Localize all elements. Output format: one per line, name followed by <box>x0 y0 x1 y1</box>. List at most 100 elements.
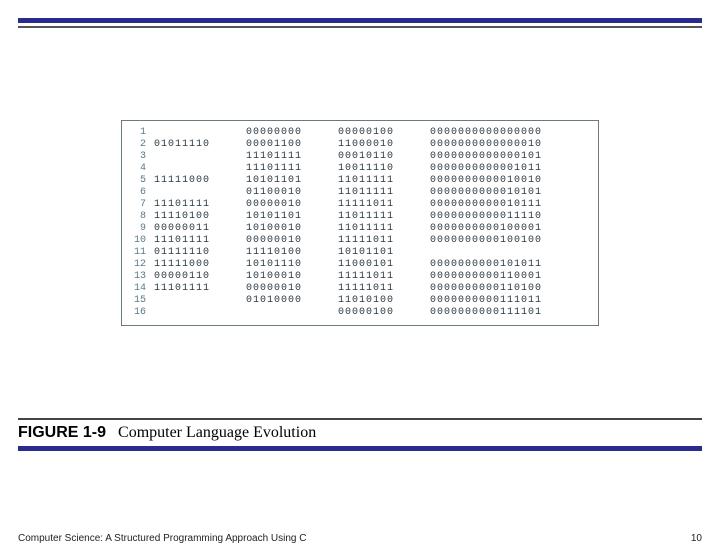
figure-area: 1000000000000010000000000000000002010111… <box>18 28 702 418</box>
col-3: 11000101 <box>338 259 430 271</box>
col-4: 0000000000000101 <box>430 151 580 163</box>
code-row: 15 01010000110101000000000000111011 <box>132 295 580 307</box>
col-2: 11110100 <box>246 247 338 259</box>
line-number: 7 <box>132 199 154 211</box>
col-3: 11111011 <box>338 199 430 211</box>
col-2 <box>246 307 338 319</box>
footer: Computer Science: A Structured Programmi… <box>18 533 702 544</box>
col-3: 10011110 <box>338 163 430 175</box>
footer-page: 10 <box>691 533 702 544</box>
col-2: 01100010 <box>246 187 338 199</box>
col-1: 01011110 <box>154 139 246 151</box>
col-2: 00000010 <box>246 283 338 295</box>
figure-caption: FIGURE 1-9 Computer Language Evolution <box>18 424 702 442</box>
col-4: 0000000000110100 <box>430 283 580 295</box>
col-2: 11101111 <box>246 151 338 163</box>
col-2: 00001100 <box>246 139 338 151</box>
code-row: 1300000110101000101111101100000000001100… <box>132 271 580 283</box>
line-number: 4 <box>132 163 154 175</box>
caption-rule-bottom <box>18 446 702 451</box>
line-number: 11 <box>132 247 154 259</box>
col-2: 11101111 <box>246 163 338 175</box>
col-1: 01111110 <box>154 247 246 259</box>
col-1 <box>154 163 246 175</box>
code-row: 5111110001010110111011111000000000001001… <box>132 175 580 187</box>
col-4 <box>430 247 580 259</box>
col-1: 11101111 <box>154 199 246 211</box>
col-3: 00000100 <box>338 127 430 139</box>
col-1: 11110100 <box>154 211 246 223</box>
col-3: 10101101 <box>338 247 430 259</box>
col-1: 11101111 <box>154 283 246 295</box>
col-4: 0000000000010101 <box>430 187 580 199</box>
code-row: 1011101111000000101111101100000000001001… <box>132 235 580 247</box>
col-1: 00000110 <box>154 271 246 283</box>
line-number: 12 <box>132 259 154 271</box>
figure-number: FIGURE 1-9 <box>18 424 106 441</box>
code-row: 1411101111000000101111101100000000001101… <box>132 283 580 295</box>
col-3: 11011111 <box>338 175 430 187</box>
caption-rule-top <box>18 418 702 420</box>
col-3: 11011111 <box>338 187 430 199</box>
code-row: 11011111101111010010101101 <box>132 247 580 259</box>
code-row: 1 00000000000001000000000000000000 <box>132 127 580 139</box>
col-4: 0000000000011110 <box>430 211 580 223</box>
code-row: 16 000001000000000000111101 <box>132 307 580 319</box>
col-3: 11111011 <box>338 235 430 247</box>
col-4: 0000000000010111 <box>430 199 580 211</box>
col-2: 01010000 <box>246 295 338 307</box>
col-1: 11101111 <box>154 235 246 247</box>
col-4: 0000000000100100 <box>430 235 580 247</box>
col-2: 10101101 <box>246 175 338 187</box>
figure-title: Computer Language Evolution <box>118 424 316 441</box>
col-3: 00010110 <box>338 151 430 163</box>
code-row: 1211111000101011101100010100000000001010… <box>132 259 580 271</box>
col-4: 0000000000111101 <box>430 307 580 319</box>
col-4: 0000000000100001 <box>430 223 580 235</box>
col-4: 0000000000111011 <box>430 295 580 307</box>
col-3: 11111011 <box>338 283 430 295</box>
code-row: 6 01100010110111110000000000010101 <box>132 187 580 199</box>
col-3: 11011111 <box>338 211 430 223</box>
code-row: 7111011110000001011111011000000000001011… <box>132 199 580 211</box>
col-1: 11111000 <box>154 259 246 271</box>
code-row: 3 11101111000101100000000000000101 <box>132 151 580 163</box>
col-1: 00000011 <box>154 223 246 235</box>
line-number: 16 <box>132 307 154 319</box>
top-rule-thick <box>18 18 702 23</box>
col-2: 00000010 <box>246 235 338 247</box>
line-number: 3 <box>132 151 154 163</box>
col-2: 00000010 <box>246 199 338 211</box>
line-number: 2 <box>132 139 154 151</box>
line-number: 6 <box>132 187 154 199</box>
col-1 <box>154 151 246 163</box>
code-row: 2010111100000110011000010000000000000001… <box>132 139 580 151</box>
col-2: 00000000 <box>246 127 338 139</box>
line-number: 5 <box>132 175 154 187</box>
col-4: 0000000000000010 <box>430 139 580 151</box>
col-3: 11010100 <box>338 295 430 307</box>
col-1 <box>154 187 246 199</box>
col-1: 11111000 <box>154 175 246 187</box>
line-number: 1 <box>132 127 154 139</box>
col-2: 10101101 <box>246 211 338 223</box>
col-2: 10101110 <box>246 259 338 271</box>
col-4: 0000000000010010 <box>430 175 580 187</box>
line-number: 14 <box>132 283 154 295</box>
line-number: 9 <box>132 223 154 235</box>
col-3: 00000100 <box>338 307 430 319</box>
col-4: 0000000000101011 <box>430 259 580 271</box>
line-number: 13 <box>132 271 154 283</box>
col-4: 0000000000000000 <box>430 127 580 139</box>
machine-code-listing: 1000000000000010000000000000000002010111… <box>121 120 599 326</box>
col-1 <box>154 295 246 307</box>
code-row: 411101111100111100000000000001011 <box>132 163 580 175</box>
line-number: 8 <box>132 211 154 223</box>
col-4: 0000000000110001 <box>430 271 580 283</box>
line-number: 10 <box>132 235 154 247</box>
col-3: 11011111 <box>338 223 430 235</box>
col-2: 10100010 <box>246 223 338 235</box>
code-row: 8111101001010110111011111000000000001111… <box>132 211 580 223</box>
col-1 <box>154 307 246 319</box>
line-number: 15 <box>132 295 154 307</box>
